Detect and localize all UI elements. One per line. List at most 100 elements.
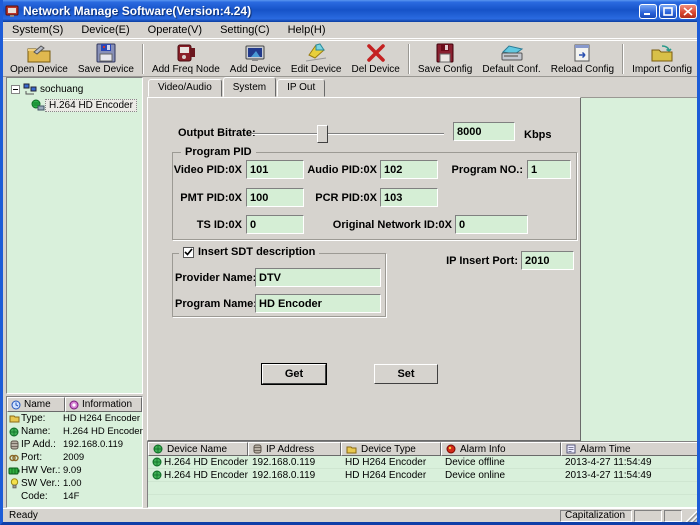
reload-config-label: Reload Config xyxy=(551,64,614,75)
tab-strip: Video/Audio System IP Out xyxy=(148,79,326,97)
insert-sdt-checkbox[interactable] xyxy=(183,247,194,258)
program-name-input[interactable] xyxy=(255,294,381,313)
ts-id-input[interactable] xyxy=(246,215,304,234)
globe-icon xyxy=(152,457,162,467)
alarm-row[interactable]: H.264 HD Encoder 192.168.0.119 HD H264 E… xyxy=(148,469,699,482)
bitrate-slider[interactable] xyxy=(252,124,444,144)
port-icon xyxy=(7,453,21,463)
tab-system[interactable]: System xyxy=(223,77,276,97)
close-button[interactable] xyxy=(679,4,697,19)
info-label: Port: xyxy=(21,452,63,463)
cell-text: H.264 HD Encoder xyxy=(164,457,248,468)
add-device-button[interactable]: Add Device xyxy=(225,42,286,76)
open-device-button[interactable]: Open Device xyxy=(5,42,73,76)
app-window: Network Manage Software(Version:4.24) Sy… xyxy=(0,0,700,525)
tab-video-audio[interactable]: Video/Audio xyxy=(148,79,222,97)
status-panel-empty xyxy=(664,510,682,522)
toolbar-separator xyxy=(622,44,624,74)
maximize-button[interactable] xyxy=(659,4,677,19)
get-button[interactable]: Get xyxy=(262,364,326,384)
menu-help[interactable]: Help(H) xyxy=(279,23,335,37)
del-device-label: Del Device xyxy=(352,64,400,75)
default-conf-button[interactable]: Default Conf. xyxy=(477,42,545,76)
window-title: Network Manage Software(Version:4.24) xyxy=(23,4,637,18)
original-network-id-input[interactable] xyxy=(455,215,528,234)
system-tab-panel: Output Bitrate: Kbps Program PID Video P… xyxy=(147,97,581,441)
tree-item-label: H.264 HD Encoder xyxy=(45,99,137,112)
output-bitrate-label: Output Bitrate: xyxy=(178,127,256,139)
alarm-table-header: Device Name IP Address Device Type Alarm… xyxy=(148,442,699,456)
audio-pid-input[interactable] xyxy=(380,160,438,179)
info-label: HW Ver.: xyxy=(21,465,63,476)
col-alarm-info[interactable]: Alarm Info xyxy=(441,442,561,456)
time-icon xyxy=(566,444,576,454)
globe-icon xyxy=(153,444,163,454)
menu-setting[interactable]: Setting(C) xyxy=(211,23,279,37)
col-alarm-time[interactable]: Alarm Time xyxy=(561,442,699,456)
ts-id-label: TS ID:0X xyxy=(173,219,242,231)
col-ip-address[interactable]: IP Address xyxy=(248,442,341,456)
reload-config-button[interactable]: Reload Config xyxy=(546,42,619,76)
tree-root-sochuang[interactable]: sochuang xyxy=(7,81,142,97)
alarm-row-empty xyxy=(148,495,699,508)
menu-system[interactable]: System(S) xyxy=(3,23,72,37)
info-header-information[interactable]: Information xyxy=(65,397,142,412)
import-config-button[interactable]: Import Config xyxy=(627,42,697,76)
col-label: Device Type xyxy=(361,444,416,455)
ip-insert-port-input[interactable] xyxy=(521,251,574,270)
minimize-button[interactable] xyxy=(639,4,657,19)
tree-item-encoder[interactable]: H.264 HD Encoder xyxy=(7,97,142,113)
menu-device[interactable]: Device(E) xyxy=(72,23,138,37)
resize-grip[interactable] xyxy=(684,509,697,522)
save-device-label: Save Device xyxy=(78,64,134,75)
program-no-input[interactable] xyxy=(527,160,571,179)
original-network-id-label: Original Network ID:0X xyxy=(307,219,452,231)
bitrate-slider-thumb[interactable] xyxy=(317,125,328,143)
toolbar-separator xyxy=(142,44,144,74)
device-info-panel: Name Information Type: HD H264 Encoder N… xyxy=(6,396,143,508)
audio-pid-label: Audio PID:0X xyxy=(303,164,377,176)
provider-name-label: Provider Name: xyxy=(175,272,253,284)
reload-config-icon xyxy=(571,43,593,63)
cell-type: HD H264 Encoder xyxy=(341,470,441,481)
menu-operate[interactable]: Operate(V) xyxy=(139,23,211,37)
edit-device-button[interactable]: Edit Device xyxy=(286,42,347,76)
alarm-row[interactable]: H.264 HD Encoder 192.168.0.119 HD H264 E… xyxy=(148,456,699,469)
tab-ip-out[interactable]: IP Out xyxy=(277,79,325,97)
del-device-button[interactable]: Del Device xyxy=(347,42,405,76)
set-button[interactable]: Set xyxy=(374,364,438,384)
info-label: Type: xyxy=(21,413,63,424)
add-freq-node-label: Add Freq Node xyxy=(152,64,220,75)
status-panel-empty xyxy=(634,510,662,522)
save-device-icon xyxy=(95,43,117,63)
alarm-icon xyxy=(446,444,456,454)
add-freq-node-button[interactable]: Add Freq Node xyxy=(147,42,225,76)
provider-name-input[interactable] xyxy=(255,268,381,287)
cell-ip: 192.168.0.119 xyxy=(248,470,341,481)
info-value: 2009 xyxy=(63,452,142,463)
info-value: HD H264 Encoder xyxy=(63,413,142,424)
pcr-pid-input[interactable] xyxy=(380,188,438,207)
cell-device-name: H.264 HD Encoder xyxy=(148,470,248,481)
default-conf-icon xyxy=(500,43,524,63)
bitrate-input[interactable] xyxy=(453,122,515,141)
device-tree: sochuang H.264 HD Encoder xyxy=(6,77,143,394)
info-label: SW Ver.: xyxy=(21,478,63,489)
save-device-button[interactable]: Save Device xyxy=(73,42,139,76)
info-value: 14F xyxy=(63,491,142,502)
col-device-name[interactable]: Device Name xyxy=(148,442,248,456)
info-row-port: Port: 2009 xyxy=(7,451,142,464)
info-row-code: Code: 14F xyxy=(7,490,142,503)
info-header-name[interactable]: Name xyxy=(7,397,65,412)
program-pid-title: Program PID xyxy=(181,146,256,158)
info-row-sw-ver: SW Ver.: 1.00 xyxy=(7,477,142,490)
bitrate-unit-label: Kbps xyxy=(524,129,552,141)
cell-alarm-time: 2013-4-27 11:54:49 xyxy=(561,470,699,481)
video-pid-input[interactable] xyxy=(246,160,304,179)
encoder-icon xyxy=(31,99,45,111)
col-device-type[interactable]: Device Type xyxy=(341,442,441,456)
info-header: Name Information xyxy=(7,397,142,412)
collapse-icon[interactable] xyxy=(11,85,20,94)
pmt-pid-input[interactable] xyxy=(246,188,304,207)
save-config-button[interactable]: Save Config xyxy=(413,42,477,76)
